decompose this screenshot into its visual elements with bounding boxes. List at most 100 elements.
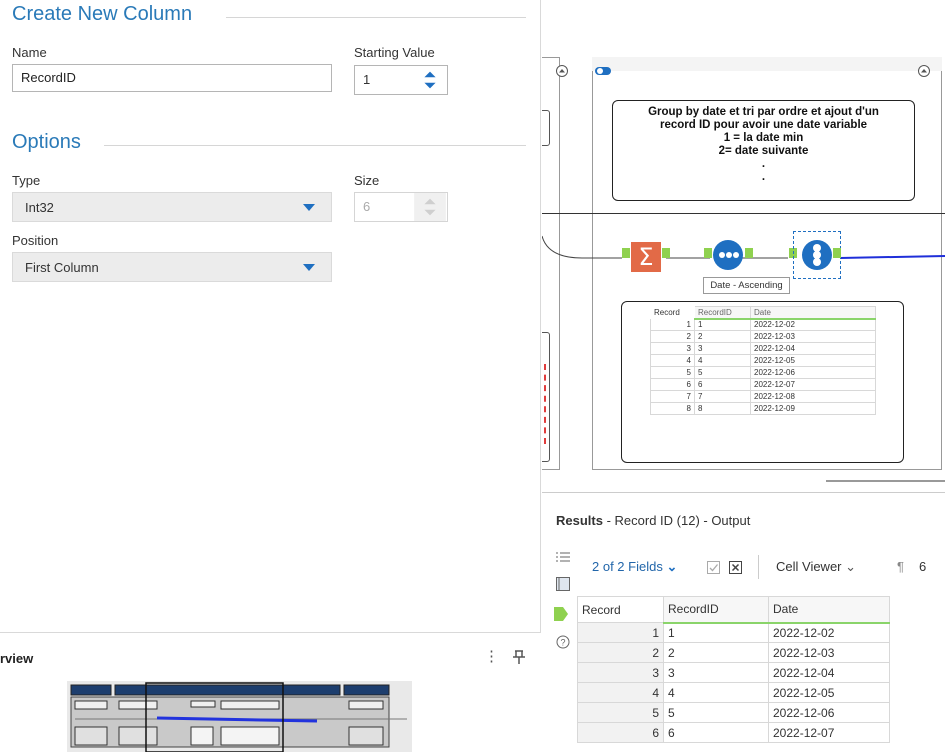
comment-box[interactable]: Group by date et tri par ordre et ajout … — [612, 100, 915, 201]
recordid-cell[interactable]: 8 — [694, 402, 751, 415]
date-cell[interactable]: 2022-12-07 — [750, 378, 876, 391]
recordid-cell[interactable]: 1 — [663, 622, 769, 643]
recordid-cell[interactable]: 5 — [694, 366, 751, 379]
table-row[interactable]: 2 2 2022-12-03 — [577, 642, 890, 663]
table-row[interactable]: 8 8 2022-12-09 — [650, 402, 876, 415]
date-cell[interactable]: 2022-12-04 — [768, 662, 890, 683]
column-header[interactable]: Record — [577, 596, 664, 623]
toggle-icon[interactable] — [594, 66, 612, 76]
output-anchor[interactable] — [662, 248, 670, 258]
recordid-cell[interactable]: 4 — [663, 682, 769, 703]
recordid-cell[interactable]: 6 — [694, 378, 751, 391]
date-cell[interactable]: 2022-12-04 — [750, 342, 876, 355]
recordid-cell[interactable]: 6 — [663, 722, 769, 743]
record-id-tool-icon[interactable] — [801, 239, 833, 271]
date-cell[interactable]: 2022-12-05 — [768, 682, 890, 703]
list-icon[interactable] — [556, 551, 570, 563]
table-row[interactable]: 4 4 2022-12-05 — [650, 354, 876, 367]
date-cell[interactable]: 2022-12-05 — [750, 354, 876, 367]
recordid-cell[interactable]: 5 — [663, 702, 769, 723]
results-pane: Results - Record ID (12) - Output ? 2 of… — [542, 492, 945, 751]
data-icon[interactable] — [552, 605, 570, 623]
table-row[interactable]: 5 5 2022-12-06 — [577, 702, 890, 723]
recordid-cell[interactable]: 4 — [694, 354, 751, 367]
input-anchor[interactable] — [622, 248, 630, 258]
row-number-cell[interactable]: 5 — [577, 702, 664, 723]
row-number-cell[interactable]: 2 — [650, 330, 695, 343]
collapse-icon[interactable] — [917, 64, 931, 78]
workflow-canvas[interactable]: Group by date et tri par ordre et ajout … — [542, 0, 945, 492]
table-row[interactable]: 7 7 2022-12-08 — [650, 390, 876, 403]
results-sidebar: ? — [542, 541, 572, 752]
recordid-cell[interactable]: 3 — [694, 342, 751, 355]
table-row[interactable]: 3 3 2022-12-04 — [650, 342, 876, 355]
row-number-cell[interactable]: 6 — [577, 722, 664, 743]
table-row[interactable]: 6 6 2022-12-07 — [577, 722, 890, 743]
checkbox-x-icon[interactable] — [729, 561, 743, 575]
date-cell[interactable]: 2022-12-06 — [768, 702, 890, 723]
date-cell[interactable]: 2022-12-02 — [750, 318, 876, 331]
date-cell[interactable]: 2022-12-07 — [768, 722, 890, 743]
pilcrow-icon[interactable]: ¶ — [897, 559, 904, 574]
table-row[interactable]: 1 1 2022-12-02 — [577, 622, 890, 643]
row-number-cell[interactable]: 1 — [650, 318, 695, 331]
row-number-cell[interactable]: 3 — [577, 662, 664, 683]
output-anchor[interactable] — [833, 248, 841, 258]
date-cell[interactable]: 2022-12-06 — [750, 366, 876, 379]
help-icon[interactable]: ? — [556, 635, 570, 649]
more-options-icon[interactable]: ⋮ — [484, 647, 499, 665]
browse-preview[interactable]: Record RecordID Date 1 1 2022-12-02 2 2 2022-… — [621, 301, 904, 463]
table-view-icon[interactable] — [556, 577, 570, 591]
date-cell[interactable]: 2022-12-03 — [768, 642, 890, 663]
recordid-cell[interactable]: 3 — [663, 662, 769, 683]
row-number-cell[interactable]: 2 — [577, 642, 664, 663]
section-divider — [104, 145, 526, 146]
recordid-cell[interactable]: 2 — [663, 642, 769, 663]
row-number-cell[interactable]: 3 — [650, 342, 695, 355]
collapse-icon[interactable] — [555, 64, 569, 78]
sort-tool-icon[interactable] — [712, 239, 744, 271]
section-divider — [226, 17, 526, 18]
row-number-cell[interactable]: 5 — [650, 366, 695, 379]
pin-icon[interactable] — [512, 649, 526, 665]
date-cell[interactable]: 2022-12-09 — [750, 402, 876, 415]
name-input[interactable]: RecordID — [12, 64, 332, 92]
date-cell[interactable]: 2022-12-03 — [750, 330, 876, 343]
tool-partial[interactable] — [542, 110, 550, 146]
row-number-cell[interactable]: 8 — [650, 402, 695, 415]
fields-dropdown[interactable]: 2 of 2 Fields ⌄ — [592, 559, 677, 575]
checkbox-check-icon[interactable] — [707, 561, 721, 575]
cell-viewer-dropdown[interactable]: Cell Viewer ⌄ — [776, 559, 856, 575]
column-header[interactable]: RecordID — [663, 596, 769, 624]
table-row[interactable]: 6 6 2022-12-07 — [650, 378, 876, 391]
column-header[interactable]: Date — [768, 596, 890, 624]
table-row[interactable]: 5 5 2022-12-06 — [650, 366, 876, 379]
row-number-cell[interactable]: 4 — [577, 682, 664, 703]
recordid-cell[interactable]: 1 — [694, 318, 751, 331]
starting-value-stepper[interactable]: 1 — [354, 65, 448, 95]
table-row[interactable]: 2 2 2022-12-03 — [650, 330, 876, 343]
type-select[interactable]: Int32 — [12, 192, 332, 222]
date-cell[interactable]: 2022-12-08 — [750, 390, 876, 403]
table-row[interactable]: 1 1 2022-12-02 — [650, 318, 876, 331]
position-select[interactable]: First Column — [12, 252, 332, 282]
comment-line: . — [761, 171, 766, 183]
results-title: Results - Record ID (12) - Output — [556, 513, 750, 528]
table-row[interactable]: 4 4 2022-12-05 — [577, 682, 890, 703]
row-number-cell[interactable]: 6 — [650, 378, 695, 391]
overview-minimap[interactable] — [67, 681, 412, 753]
input-anchor[interactable] — [704, 248, 712, 258]
size-value: 6 — [363, 199, 371, 214]
row-number-cell[interactable]: 4 — [650, 354, 695, 367]
row-number-cell[interactable]: 1 — [577, 622, 664, 643]
date-cell[interactable]: 2022-12-02 — [768, 622, 890, 643]
splitter-handle[interactable] — [826, 480, 945, 482]
output-anchor[interactable] — [745, 248, 753, 258]
summarize-tool-icon[interactable]: Σ — [631, 242, 661, 272]
table-row[interactable]: 3 3 2022-12-04 — [577, 662, 890, 683]
stepper-arrows-icon[interactable] — [413, 66, 447, 94]
recordid-cell[interactable]: 7 — [694, 390, 751, 403]
preview-table: Record RecordID Date 1 1 2022-12-02 2 2 2022-… — [650, 306, 876, 415]
row-number-cell[interactable]: 7 — [650, 390, 695, 403]
recordid-cell[interactable]: 2 — [694, 330, 751, 343]
